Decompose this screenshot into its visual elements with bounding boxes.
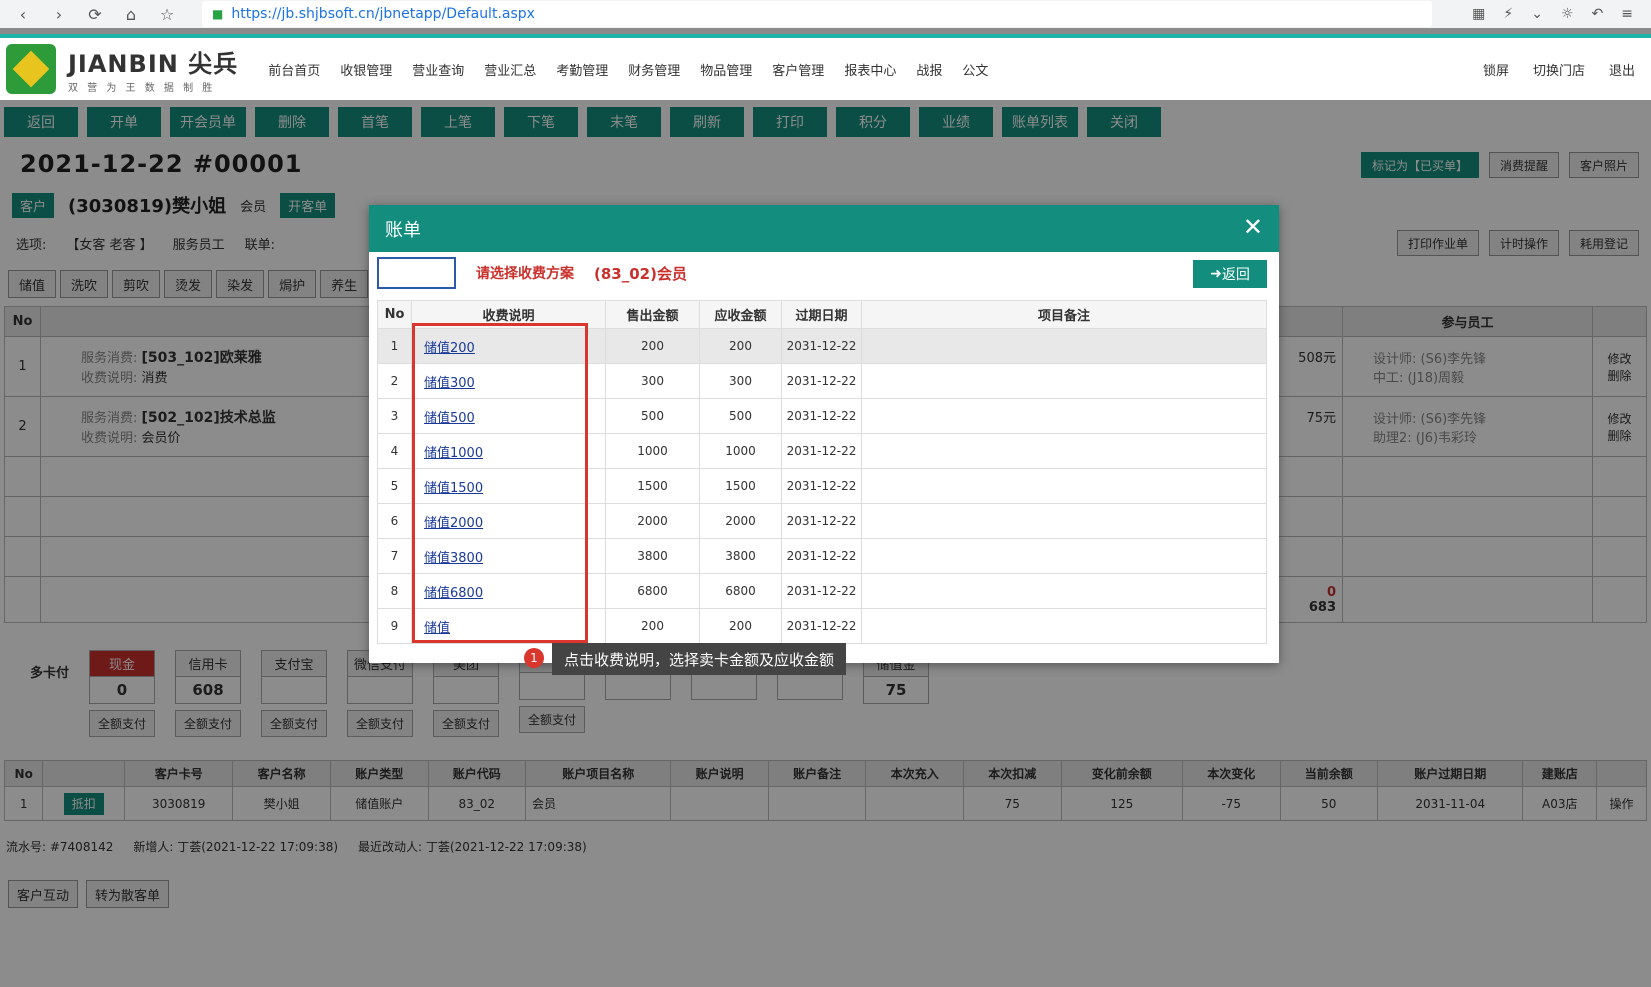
browser-bar: ‹ › ⟳ ⌂ ☆ ■ https://jb.shjbsoft.cn/jbnet… <box>0 0 1651 28</box>
close-icon[interactable]: ✕ <box>1243 213 1263 241</box>
nav-business-summary[interactable]: 营业汇总 <box>484 60 536 79</box>
tooltip: 点击收费说明，选择卖卡金额及应收金额 <box>552 643 847 675</box>
nav-home[interactable]: 前台首页 <box>268 60 320 79</box>
grid-icon[interactable]: ▦ <box>1472 6 1485 22</box>
logout-button[interactable]: 退出 <box>1609 60 1635 79</box>
browser-right-icons: ▦ ⚡ ⌄ ☼ ↶ ≡ <box>1472 6 1633 22</box>
main-nav: 前台首页 收银管理 营业查询 营业汇总 考勤管理 财务管理 物品管理 客户管理 … <box>268 60 988 79</box>
logo-mark-icon <box>6 44 56 94</box>
logo-title: JIANBIN 尖兵 <box>68 50 239 78</box>
nav-documents[interactable]: 公文 <box>962 60 988 79</box>
sun-icon[interactable]: ☼ <box>1561 6 1574 22</box>
modal-title: 账单 <box>385 219 421 241</box>
plan-name: (83_02)会员 <box>594 264 687 283</box>
modal-header: 账单 ✕ <box>369 205 1279 252</box>
modal-back-button[interactable]: ➜ 返回 <box>1193 260 1267 288</box>
nav-finance[interactable]: 财务管理 <box>628 60 680 79</box>
forward-arrow-icon[interactable]: › <box>46 1 72 27</box>
back-arrow-icon[interactable]: ‹ <box>10 1 36 27</box>
nav-battle-report[interactable]: 战报 <box>916 60 942 79</box>
nav-reports[interactable]: 报表中心 <box>844 60 896 79</box>
undo-icon[interactable]: ↶ <box>1592 6 1604 22</box>
menu-icon[interactable]: ≡ <box>1621 6 1633 22</box>
chevron-down-icon[interactable]: ⌄ <box>1531 6 1543 22</box>
address-bar[interactable]: ■ https://jb.shjbsoft.cn/jbnetapp/Defaul… <box>202 1 1432 27</box>
url-text: https://jb.shjbsoft.cn/jbnetapp/Default.… <box>231 6 535 22</box>
reload-icon[interactable]: ⟳ <box>82 1 108 27</box>
modal-filter-bar: 请选择收费方案 (83_02)会员 ➜ 返回 <box>369 252 1279 294</box>
arrow-right-icon: ➜ <box>1210 266 1222 282</box>
highlight-box <box>412 323 588 643</box>
header-right: 锁屏 切换门店 退出 <box>1483 60 1635 79</box>
app-header: JIANBIN 尖兵 双 营 为 王 数 据 制 胜 前台首页 收银管理 营业查… <box>0 38 1651 100</box>
logo-subtitle: 双 营 为 王 数 据 制 胜 <box>68 83 216 94</box>
star-icon[interactable]: ☆ <box>154 1 180 27</box>
lock-icon: ■ <box>212 7 224 21</box>
search-input[interactable] <box>377 257 456 289</box>
nav-cashier[interactable]: 收银管理 <box>340 60 392 79</box>
nav-goods[interactable]: 物品管理 <box>700 60 752 79</box>
bolt-icon[interactable]: ⚡ <box>1503 6 1513 22</box>
nav-business-query[interactable]: 营业查询 <box>412 60 464 79</box>
home-icon[interactable]: ⌂ <box>118 1 144 27</box>
nav-customers[interactable]: 客户管理 <box>772 60 824 79</box>
switch-store-button[interactable]: 切换门店 <box>1533 60 1585 79</box>
logo: JIANBIN 尖兵 双 营 为 王 数 据 制 胜 <box>6 44 238 94</box>
nav-attendance[interactable]: 考勤管理 <box>556 60 608 79</box>
step-badge: 1 <box>524 648 544 668</box>
select-plan-hint: 请选择收费方案 <box>476 266 574 282</box>
lock-screen-button[interactable]: 锁屏 <box>1483 60 1509 79</box>
